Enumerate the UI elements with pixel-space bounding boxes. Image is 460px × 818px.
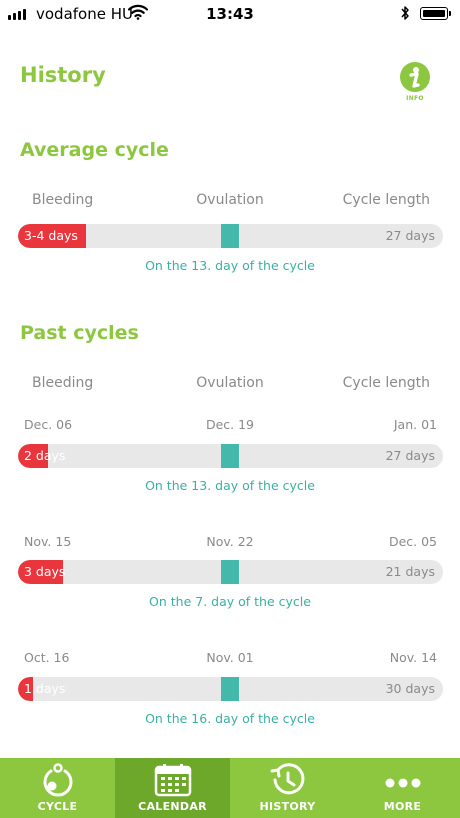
cycle-length-label: 27 days bbox=[385, 228, 435, 243]
bleeding-label: 1 days bbox=[24, 681, 66, 696]
tab-label: CYCLE bbox=[37, 800, 78, 813]
tab-bar: CYCLE CALENDAR HISTORY MORE bbox=[0, 758, 460, 818]
past-cycles-title: Past cycles bbox=[20, 322, 139, 344]
cycle-length-column-header: Cycle length bbox=[342, 192, 430, 208]
tab-label: MORE bbox=[383, 800, 422, 813]
ovulation-note: On the 13. day of the cycle bbox=[145, 258, 315, 273]
bleeding-label: 3 days bbox=[24, 564, 66, 579]
info-icon bbox=[400, 62, 430, 92]
tab-history[interactable]: HISTORY bbox=[230, 758, 345, 818]
cycle-length-label: 30 days bbox=[385, 681, 435, 696]
history-icon bbox=[270, 763, 304, 795]
cycle-end-date: Jan. 01 bbox=[393, 417, 437, 432]
cycle-end-date: Nov. 14 bbox=[389, 650, 437, 665]
cycle-icon bbox=[43, 763, 72, 797]
ovulation-marker bbox=[221, 224, 239, 248]
cycle-length-label: 27 days bbox=[385, 448, 435, 463]
tab-label: CALENDAR bbox=[138, 800, 207, 813]
ovulation-marker bbox=[221, 444, 239, 468]
cycle-length-column-header: Cycle length bbox=[342, 375, 430, 391]
status-bar: vodafone HU 13:43 bbox=[0, 0, 460, 28]
ovulation-note: On the 13. day of the cycle bbox=[145, 478, 315, 493]
tab-label: HISTORY bbox=[259, 800, 316, 813]
ovulation-marker bbox=[221, 560, 239, 584]
average-cycle-bar: 3-4 days 27 days bbox=[18, 224, 443, 248]
bleeding-label: 2 days bbox=[24, 448, 66, 463]
ovulation-marker bbox=[221, 677, 239, 701]
ovulation-note: On the 16. day of the cycle bbox=[145, 711, 315, 726]
info-button[interactable]: INFO bbox=[398, 62, 432, 106]
bluetooth-icon bbox=[401, 6, 409, 20]
clock: 13:43 bbox=[206, 5, 254, 23]
tab-cycle[interactable]: CYCLE bbox=[0, 758, 115, 818]
calendar-icon bbox=[154, 764, 191, 797]
cycle-end-date: Dec. 05 bbox=[388, 534, 437, 549]
bleeding-label: 3-4 days bbox=[24, 228, 78, 243]
battery-icon bbox=[420, 7, 451, 20]
tab-calendar[interactable]: CALENDAR bbox=[115, 758, 230, 818]
cycle-length-label: 21 days bbox=[385, 564, 435, 579]
more-icon bbox=[385, 778, 420, 788]
ovulation-note: On the 7. day of the cycle bbox=[149, 594, 311, 609]
ovulation-date: Dec. 19 bbox=[205, 417, 255, 432]
average-cycle-title: Average cycle bbox=[20, 139, 169, 161]
info-label: INFO bbox=[406, 95, 424, 102]
page-title: History bbox=[20, 63, 106, 87]
cycle-bar[interactable]: 1 days 30 days bbox=[18, 677, 443, 701]
tab-more[interactable]: MORE bbox=[345, 758, 460, 818]
cycle-bar[interactable]: 3 days 21 days bbox=[18, 560, 443, 584]
cycle-bar[interactable]: 2 days 27 days bbox=[18, 444, 443, 468]
